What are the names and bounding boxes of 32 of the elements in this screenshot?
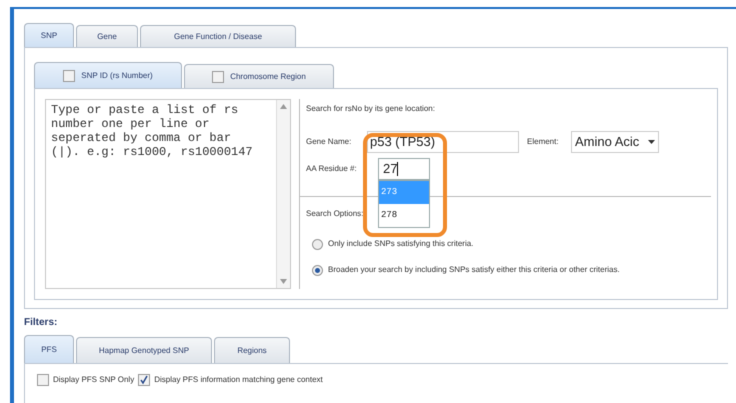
aa-residue-label: AA Residue #:: [306, 163, 358, 175]
checkbox[interactable]: [138, 374, 150, 386]
checkbox-label: Display PFS SNP Only: [53, 374, 134, 386]
checkbox[interactable]: [37, 374, 49, 386]
checkbox[interactable]: [63, 70, 76, 82]
element-label: Element:: [527, 136, 560, 148]
tab[interactable]: SNP ID (rs Number): [34, 62, 182, 88]
rs-list-field[interactable]: Type or paste a list of rs number one per line or seperated by comma or bar (|). e.g: rs1000, rs10000147: [45, 99, 291, 289]
scrollbar[interactable]: [276, 100, 290, 288]
tab[interactable]: SNP: [24, 23, 74, 47]
option-label: Broaden your search by including SNPs satisfy either this criteria or other criterias.: [328, 264, 620, 276]
scroll-up-icon[interactable]: [280, 104, 287, 109]
gene-name-field[interactable]: p53 (TP53): [367, 131, 519, 153]
tab[interactable]: PFS: [24, 335, 74, 363]
tab[interactable]: Chromosome Region: [184, 64, 334, 88]
aa-residue-field[interactable]: 27: [378, 158, 430, 180]
location-heading: Search for rsNo by its gene location:: [306, 103, 436, 115]
gene-name-label: Gene Name:: [306, 136, 352, 148]
tab[interactable]: Regions: [214, 337, 290, 363]
checkbox[interactable]: [212, 70, 224, 82]
search-options-label: Search Options:: [306, 208, 364, 220]
checkbox-label: Display PFS information matching gene context: [154, 374, 323, 386]
filters-label: Filters:: [24, 316, 58, 330]
tab[interactable]: Gene: [76, 25, 138, 47]
tab[interactable]: Gene Function / Disease: [140, 25, 296, 47]
option-label: Only include SNPs satisfying this criteria.: [328, 238, 474, 250]
scroll-down-icon[interactable]: [280, 279, 287, 284]
element-dropdown[interactable]: Amino Acic: [571, 131, 659, 153]
tab[interactable]: Hapmap Genotyped SNP: [76, 337, 212, 363]
caret-icon: [648, 140, 655, 144]
radio-button[interactable]: [312, 238, 323, 250]
radio-button[interactable]: [312, 264, 323, 276]
